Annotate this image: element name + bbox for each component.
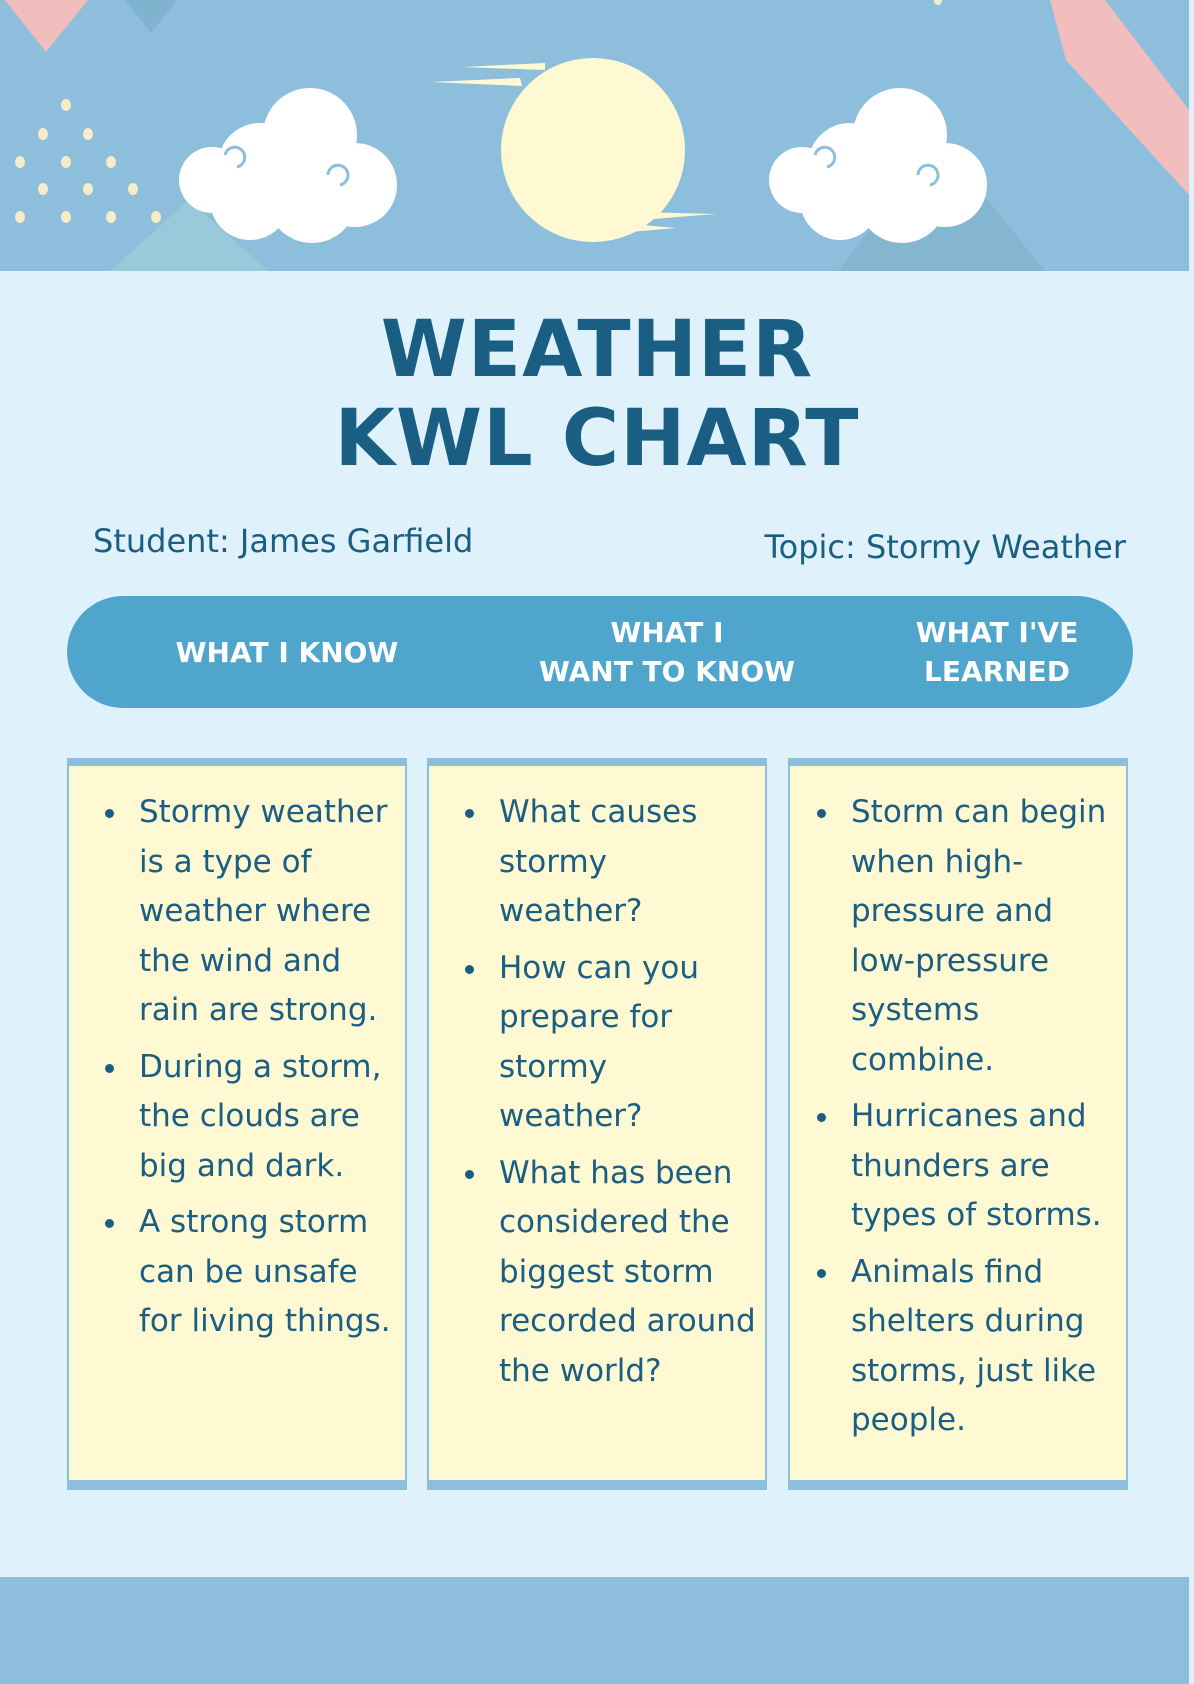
list-item: A strong storm can be unsafe for living … — [105, 1198, 397, 1347]
header-label: WHAT I'VE — [915, 616, 1079, 649]
header-label: WANT TO KNOW — [538, 655, 796, 688]
list-item: Storm can begin when high-pressure and l… — [817, 788, 1118, 1085]
list-item-text: During a storm, the clouds are big and d… — [139, 1048, 382, 1184]
header-label: WHAT I — [610, 616, 724, 649]
bullet-icon — [817, 1113, 826, 1122]
know-column: Stormy weather is a type of weather wher… — [67, 758, 407, 1490]
list-item-text: Stormy weather is a type of weather wher… — [139, 794, 388, 1028]
pink-triangle-icon — [5, 0, 88, 52]
list-item: What has been considered the biggest sto… — [465, 1149, 757, 1397]
blue-triangle-icon — [125, 0, 177, 33]
bullet-icon — [105, 1219, 114, 1228]
cloud-icon — [769, 88, 987, 243]
want-column: What causes stormy weather? How can you … — [427, 758, 767, 1490]
list-item-text: Animals find shelters during storms, jus… — [851, 1253, 1097, 1439]
list-item-text: Hurricanes and thunders are types of sto… — [851, 1098, 1102, 1233]
page-title-line2: KWL CHART — [334, 394, 860, 484]
bullet-icon — [817, 1268, 826, 1278]
dots-pattern-icon — [15, 99, 161, 223]
bullet-icon — [817, 809, 826, 818]
bullet-icon — [465, 1169, 474, 1179]
bullet-icon — [465, 964, 474, 974]
bullet-icon — [105, 809, 114, 818]
list-item: Stormy weather is a type of weather wher… — [105, 788, 397, 1036]
column-header-bar: WHAT I KNOW WHAT I WANT TO KNOW WHAT I'VE… — [67, 596, 1133, 708]
list-item-text: What causes stormy weather? — [499, 794, 698, 929]
list-item-text: A strong storm can be unsafe for living … — [139, 1204, 391, 1339]
list-item: During a storm, the clouds are big and d… — [105, 1043, 397, 1192]
learned-column: Storm can begin when high-pressure and l… — [788, 758, 1128, 1490]
header-label: WHAT I KNOW — [175, 635, 399, 669]
list-item: Animals find shelters during storms, jus… — [817, 1248, 1118, 1446]
list-item-text: How can you prepare for stormy weather? — [499, 949, 699, 1135]
list-item: Hurricanes and thunders are types of sto… — [817, 1092, 1118, 1241]
weather-illustration — [5, 0, 1189, 271]
header-banner — [0, 0, 1189, 271]
sun-icon — [430, 58, 716, 242]
cloud-icon — [179, 88, 397, 243]
list-item-text: Storm can begin when high-pressure and l… — [851, 794, 1107, 1078]
header-label: LEARNED — [923, 655, 1070, 688]
student-name: Student: James Garfield — [93, 522, 474, 560]
footer-band — [0, 1577, 1189, 1684]
bullet-icon — [465, 809, 474, 818]
bullet-icon — [105, 1063, 114, 1073]
list-item-text: What has been considered the biggest sto… — [499, 1154, 756, 1389]
page-edge — [1189, 0, 1194, 1684]
header-what-i-know: WHAT I KNOW — [97, 596, 477, 708]
pink-diamond-icon — [1050, 0, 1189, 195]
header-what-ive-learned: WHAT I'VE LEARNED — [807, 596, 1187, 708]
list-item: What causes stormy weather? — [465, 788, 757, 937]
list-item: How can you prepare for stormy weather? — [465, 944, 757, 1142]
page-title-line1: WEATHER — [380, 305, 814, 395]
topic-label: Topic: Stormy Weather — [764, 528, 1126, 566]
